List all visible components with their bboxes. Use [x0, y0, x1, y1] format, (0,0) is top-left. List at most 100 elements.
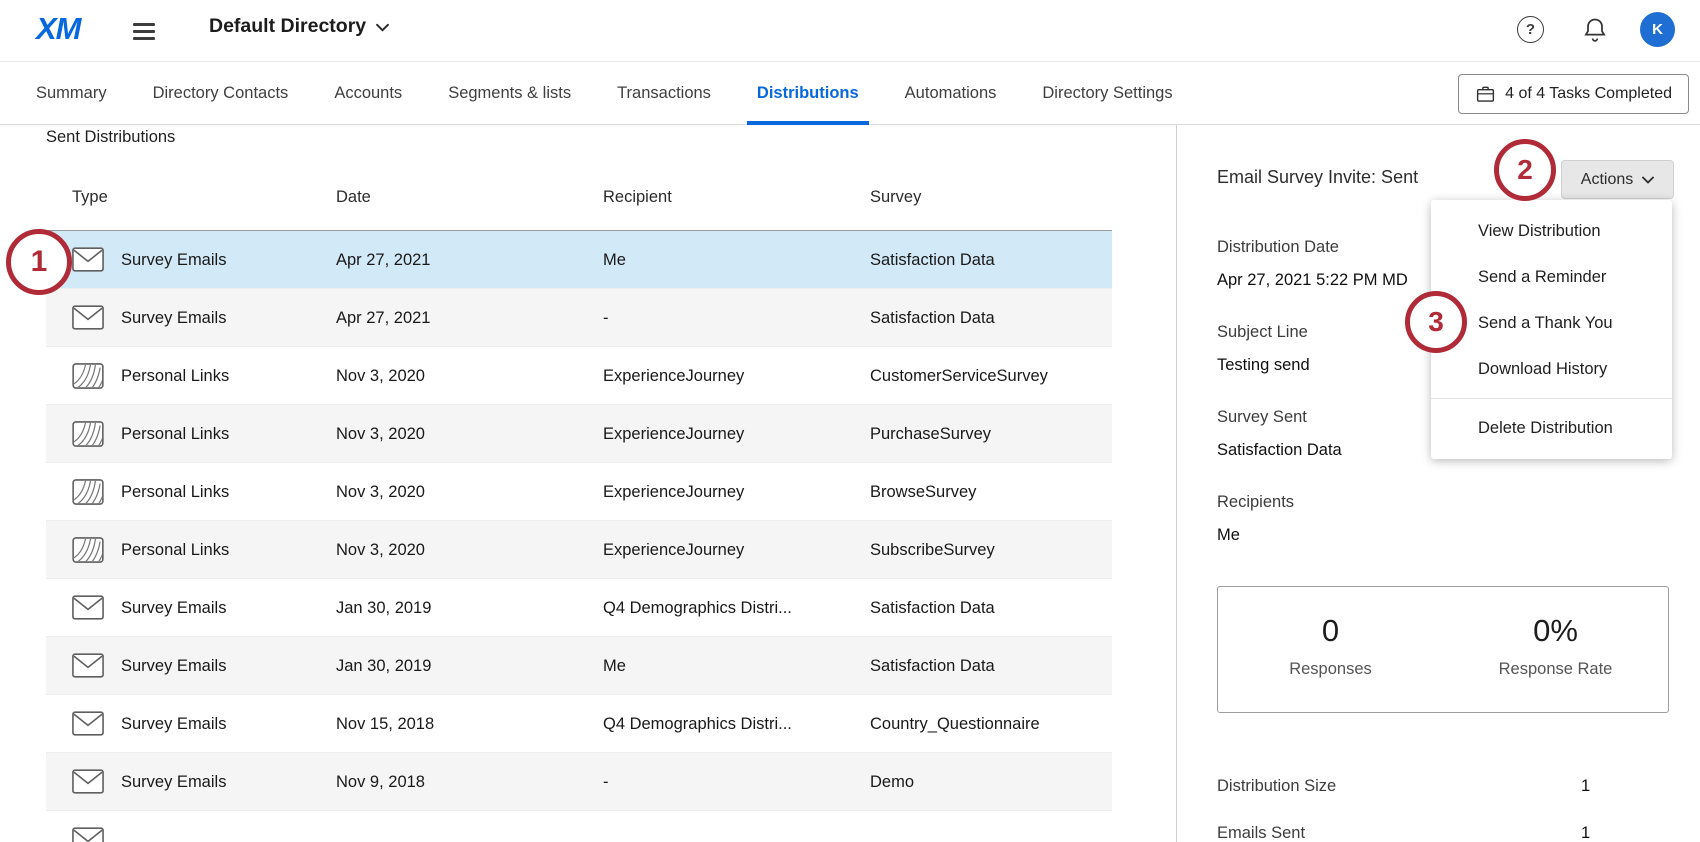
response-rate-value: 0%: [1443, 613, 1668, 649]
cell-date: Jan 30, 2019: [336, 579, 431, 637]
tab-directory-contacts[interactable]: Directory Contacts: [153, 62, 289, 125]
column-header-survey: Survey: [870, 186, 921, 208]
actions-label: Actions: [1581, 171, 1633, 189]
actions-button[interactable]: Actions: [1561, 160, 1674, 199]
stats-box: 0 Responses 0% Response Rate: [1217, 586, 1669, 713]
tab-list: Summary Directory Contacts Accounts Segment…: [36, 62, 1173, 125]
field-value: Satisfaction Data: [1217, 439, 1457, 462]
cell-survey: Demo: [870, 753, 914, 811]
cell-survey: CustomerServiceSurvey: [870, 347, 1048, 405]
tab-distributions[interactable]: Distributions: [757, 62, 859, 125]
cell-recipient: Q4 Demographics Distri...: [603, 695, 792, 753]
cell-date: Nov 9, 2018: [336, 753, 425, 811]
metric-distribution-size: Distribution Size 1: [1217, 775, 1669, 798]
table-row[interactable]: Survey Emails Nov 15, 2018 Q4 Demographics…: [46, 695, 1112, 753]
fingerprint-icon: [72, 537, 104, 563]
notifications-bell-icon[interactable]: [1581, 16, 1609, 49]
cell-type: Survey Emails: [121, 579, 226, 637]
cell-date: Nov 3, 2020: [336, 347, 425, 405]
tab-label: Segments & lists: [448, 84, 571, 103]
table-row[interactable]: Survey EmailsApr 27, 2021MeSatisfaction …: [46, 231, 1112, 289]
page: XM Default Directory ? K Summary Director…: [0, 0, 1700, 842]
email-icon: [72, 247, 104, 272]
table-row[interactable]: Survey EmailsApr 27, 2021-Satisfaction D…: [46, 289, 1112, 347]
column-header-date: Date: [336, 186, 371, 208]
responses-label: Responses: [1218, 660, 1443, 679]
field-value: Me: [1217, 524, 1457, 547]
table-row[interactable]: Personal LinksNov 3, 2020ExperienceJourn…: [46, 521, 1112, 579]
table-row[interactable]: Personal Links Nov 3, 2020 ExperienceJourn…: [46, 347, 1112, 405]
field-label: Survey Sent: [1217, 406, 1457, 429]
cell-survey: Satisfaction Data: [870, 579, 995, 637]
list-title: Sent Distributions: [46, 128, 175, 147]
cell-recipient: ExperienceJourney: [603, 347, 744, 405]
annotation-circle-2: 2: [1494, 139, 1556, 201]
actions-dropdown-menu: View DistributionSend a ReminderSend a T…: [1431, 200, 1672, 459]
menu-item-delete-distribution[interactable]: Delete Distribution: [1431, 405, 1672, 451]
cell-type: Survey Emails: [121, 695, 226, 753]
fingerprint-icon: [72, 363, 104, 389]
tab-label: Distributions: [757, 84, 859, 103]
detail-fields: Distribution DateApr 27, 2021 5:22 PM MD…: [1217, 236, 1457, 576]
fingerprint-icon: [72, 421, 104, 447]
tab-label: Directory Settings: [1042, 84, 1172, 103]
annotation-circle-1: 1: [6, 229, 72, 295]
menu-item-send-a-thank-you[interactable]: Send a Thank You: [1431, 300, 1672, 346]
fingerprint-icon: [72, 479, 104, 505]
menu-item-send-a-reminder[interactable]: Send a Reminder: [1431, 254, 1672, 300]
annotation-circle-3: 3: [1405, 291, 1467, 353]
cell-date: Apr 27, 2021: [336, 289, 431, 347]
cell-date: Nov 3, 2020: [336, 521, 425, 579]
detail-panel: Email Survey Invite: Sent Actions Distri…: [1177, 125, 1700, 842]
detail-field-survey-sent: Survey Sent Satisfaction Data: [1217, 406, 1457, 491]
cell-survey: Satisfaction Data: [870, 231, 995, 289]
cell-recipient: Me: [603, 231, 626, 289]
cell-survey: Satisfaction Data: [870, 289, 995, 347]
cell-recipient: ExperienceJourney: [603, 463, 744, 521]
table-row[interactable]: Survey EmailsJan 30, 2019MeSatisfaction …: [46, 637, 1112, 695]
xm-logo: XM: [36, 11, 81, 47]
cell-type: Personal Links: [121, 405, 229, 463]
table-row[interactable]: [46, 811, 1112, 842]
tab-accounts[interactable]: Accounts: [334, 62, 402, 125]
email-icon: [72, 305, 104, 330]
cell-survey: Country_Questionnaire: [870, 695, 1040, 753]
tasks-completed-button[interactable]: 4 of 4 Tasks Completed: [1458, 74, 1689, 114]
cell-date: Jan 30, 2019: [336, 637, 431, 695]
tab-automations[interactable]: Automations: [905, 62, 997, 125]
hamburger-menu-icon[interactable]: [133, 23, 157, 40]
cell-survey: Satisfaction Data: [870, 637, 995, 695]
cell-type: Survey Emails: [121, 289, 226, 347]
table-header: Type Date Recipient Survey: [46, 186, 1112, 208]
tab-transactions[interactable]: Transactions: [617, 62, 711, 125]
cell-recipient: -: [603, 753, 609, 811]
menu-item-download-history[interactable]: Download History: [1431, 346, 1672, 392]
avatar[interactable]: K: [1640, 12, 1675, 47]
cell-date: Nov 15, 2018: [336, 695, 434, 753]
cell-type: Survey Emails: [121, 637, 226, 695]
table-row[interactable]: Personal LinksNov 3, 2020ExperienceJourn…: [46, 405, 1112, 463]
tab-segments-lists[interactable]: Segments & lists: [448, 62, 571, 125]
response-rate-label: Response Rate: [1443, 660, 1668, 679]
response-rate-stat: 0% Response Rate: [1443, 587, 1668, 712]
tab-label: Summary: [36, 84, 107, 103]
cell-survey: SubscribeSurvey: [870, 521, 995, 579]
tab-summary[interactable]: Summary: [36, 62, 107, 125]
table-row[interactable]: Survey Emails Nov 9, 2018 - Demo: [46, 753, 1112, 811]
menu-item-view-distribution[interactable]: View Distribution: [1431, 208, 1672, 254]
tasks-label: 4 of 4 Tasks Completed: [1505, 85, 1672, 103]
cell-date: Nov 3, 2020: [336, 405, 425, 463]
tab-directory-settings[interactable]: Directory Settings: [1042, 62, 1172, 125]
cell-type: Personal Links: [121, 347, 229, 405]
field-value: Apr 27, 2021 5:22 PM MD: [1217, 269, 1457, 292]
table-row[interactable]: Personal LinksNov 3, 2020ExperienceJourn…: [46, 463, 1112, 521]
field-value: Testing send: [1217, 354, 1457, 377]
metric-emails-sent: Emails Sent 1: [1217, 822, 1669, 842]
table-row[interactable]: Survey EmailsJan 30, 2019Q4 Demographics…: [46, 579, 1112, 637]
help-icon[interactable]: ?: [1517, 16, 1544, 43]
chevron-down-icon: [1642, 176, 1654, 184]
email-icon: [72, 769, 104, 794]
distribution-table: Survey Emails Apr 27, 2021 Me Satisfaction …: [46, 231, 1112, 842]
directory-selector[interactable]: Default Directory: [209, 15, 389, 38]
cell-type: Survey Emails: [121, 753, 226, 811]
